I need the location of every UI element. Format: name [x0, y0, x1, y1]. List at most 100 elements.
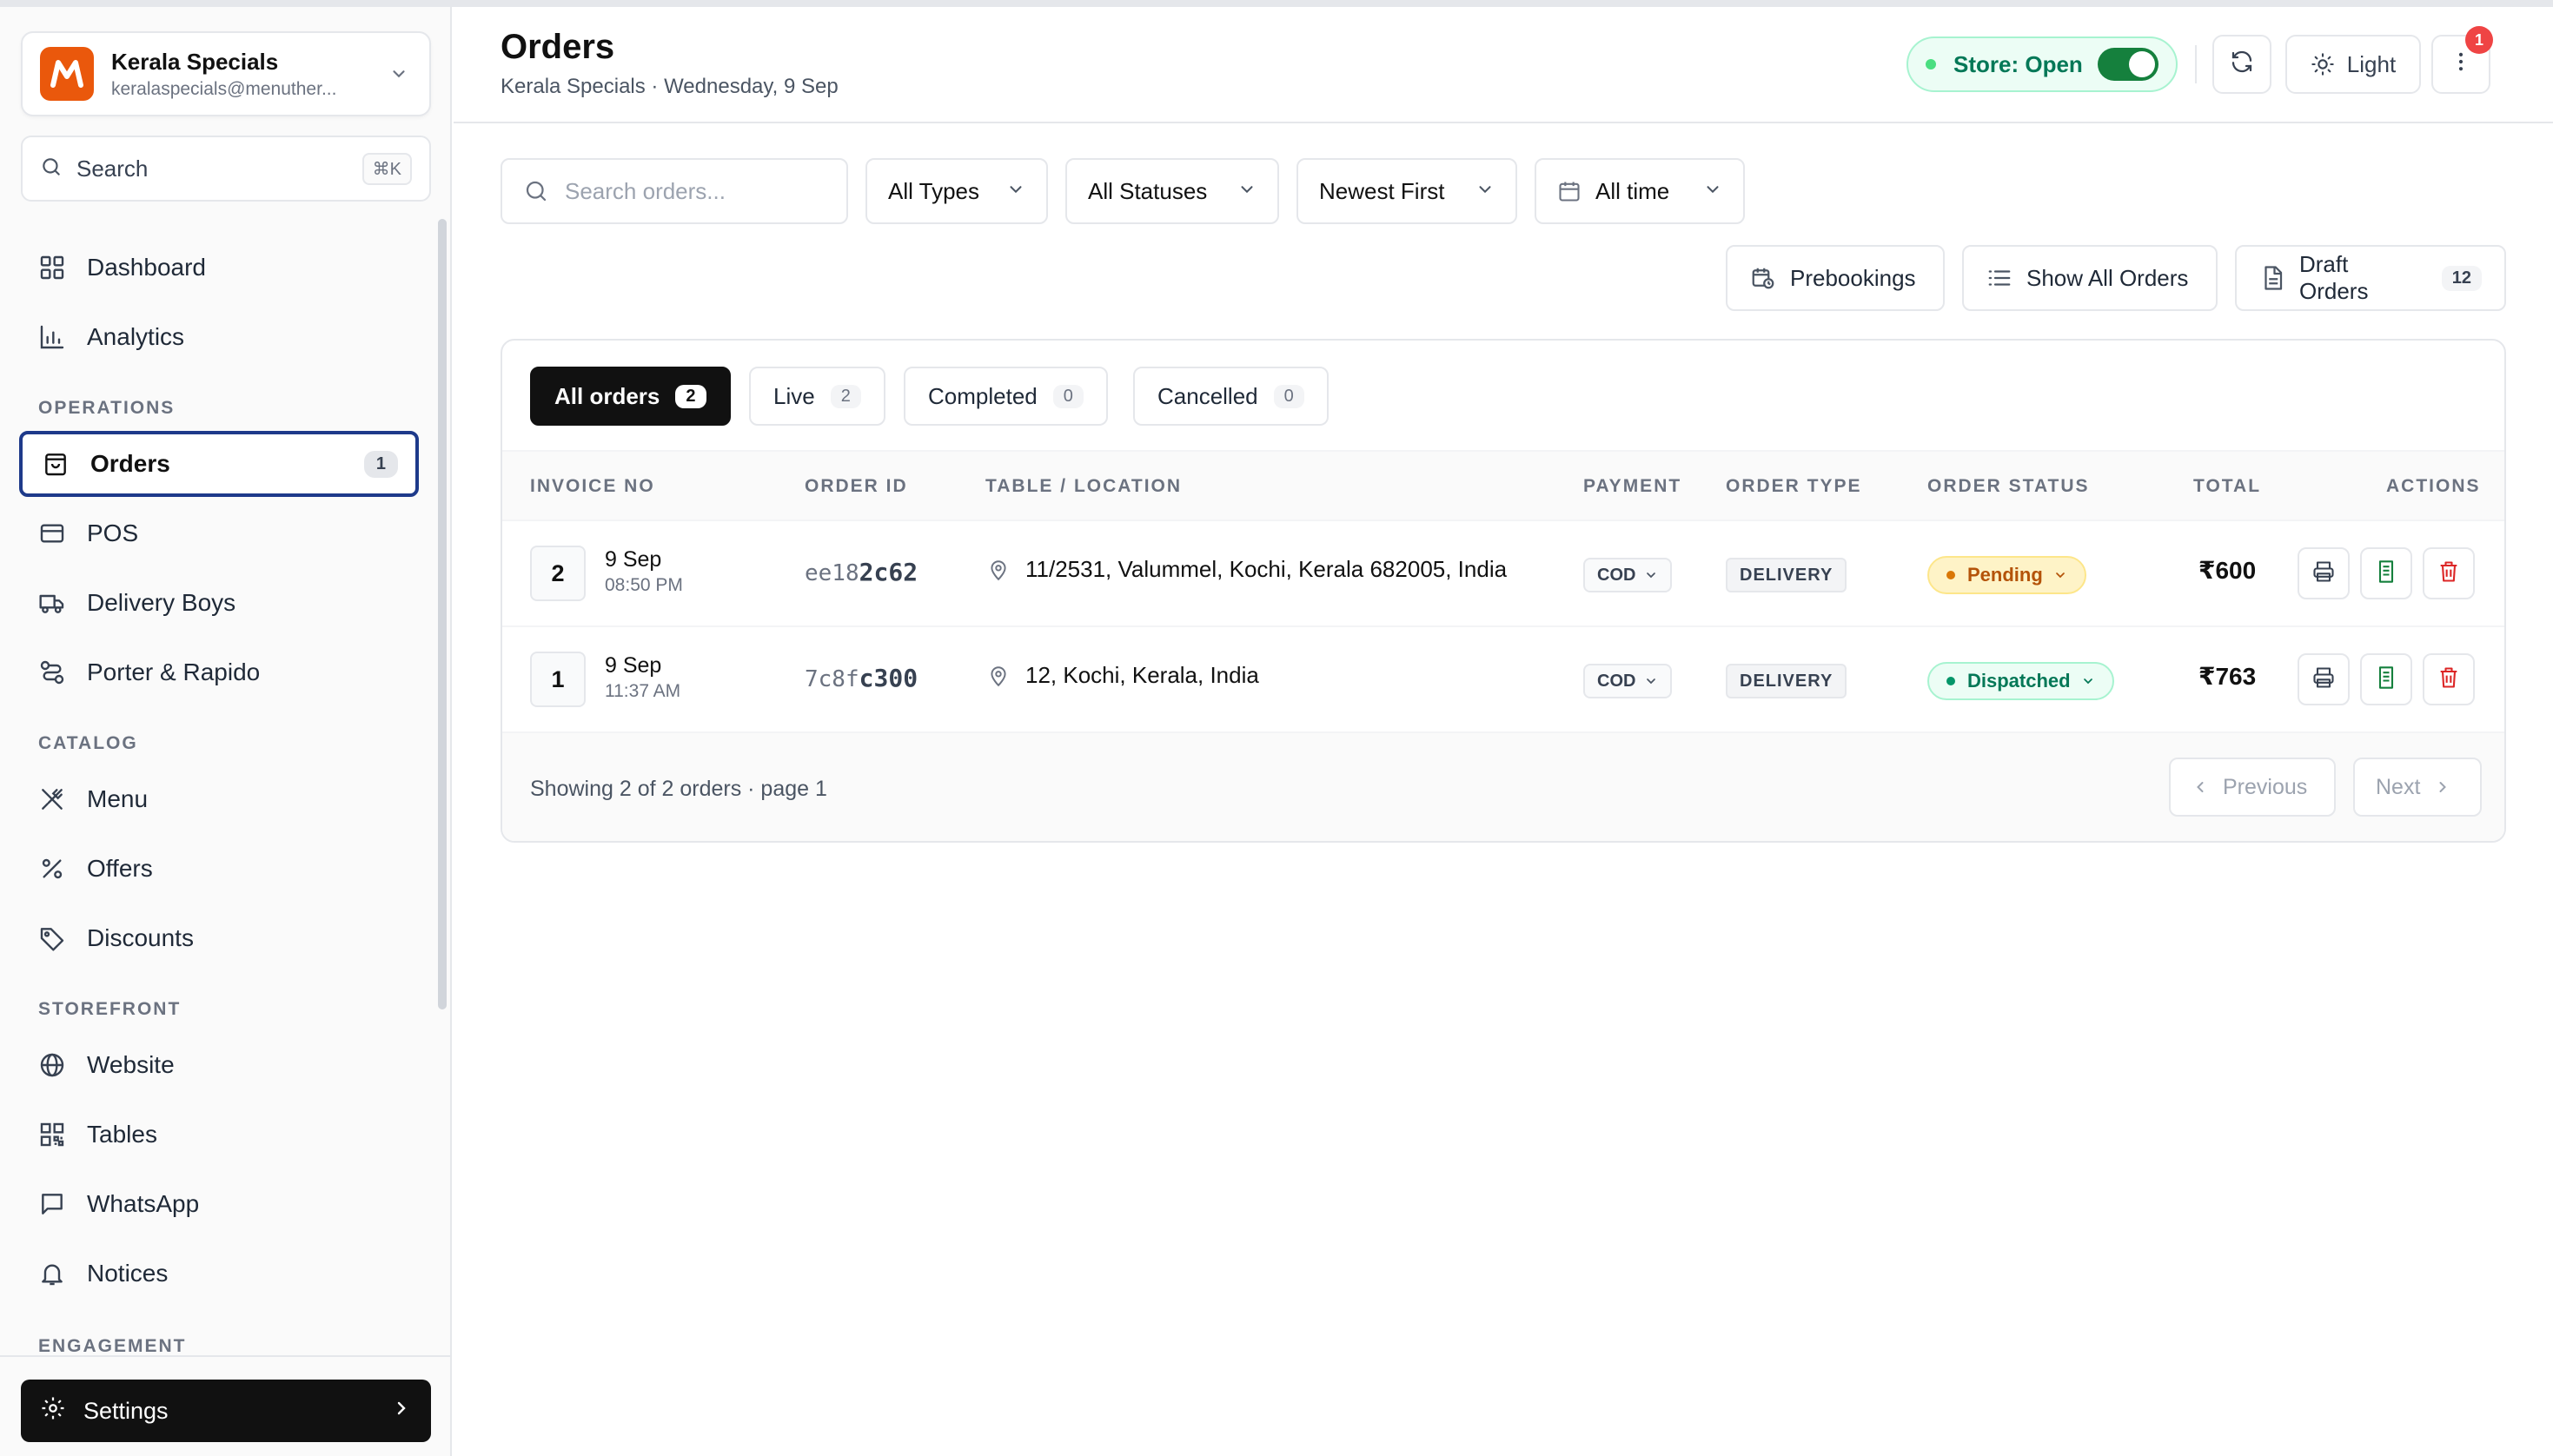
payment-value: COD — [1597, 565, 1636, 585]
delete-button[interactable] — [2423, 653, 2475, 705]
sidebar-item-label: Offers — [87, 855, 153, 882]
list-icon — [1986, 265, 2013, 291]
prebookings-label: Prebookings — [1790, 264, 1916, 291]
sidebar-item-label: Website — [87, 1051, 175, 1078]
tab-label: All orders — [554, 382, 660, 409]
file-text-icon — [2259, 265, 2285, 291]
order-search-input[interactable]: Search orders... — [501, 158, 848, 224]
settings-button[interactable]: Settings — [21, 1380, 431, 1442]
next-page-button[interactable]: Next — [2353, 758, 2482, 817]
gear-icon — [40, 1395, 66, 1427]
tab-cancelled[interactable]: Cancelled 0 — [1133, 367, 1329, 426]
pagination-bar: Showing 2 of 2 orders · page 1 Previous … — [502, 733, 2504, 841]
search-icon — [523, 178, 549, 204]
order-status-select[interactable]: Dispatched — [1927, 662, 2114, 700]
sidebar-item-pos[interactable]: POS — [19, 500, 419, 566]
receipt-icon — [2374, 665, 2398, 694]
chevron-right-icon — [391, 1398, 412, 1425]
tab-live[interactable]: Live 2 — [749, 367, 885, 426]
theme-label: Light — [2346, 50, 2397, 77]
sidebar-item-website[interactable]: Website — [19, 1032, 419, 1098]
sidebar-item-delivery-boys[interactable]: Delivery Boys — [19, 570, 419, 636]
store-email: keralaspecials@menuther... — [111, 78, 337, 99]
bell-icon — [36, 1258, 68, 1289]
chevron-down-icon — [2053, 568, 2067, 582]
prebookings-button[interactable]: Prebookings — [1726, 245, 1945, 311]
invoice-button[interactable] — [2360, 653, 2412, 705]
previous-page-button[interactable]: Previous — [2169, 758, 2336, 817]
store-name: Kerala Specials — [111, 48, 279, 75]
store-switcher[interactable]: Kerala Specials keralaspecials@menuther.… — [21, 31, 431, 116]
payment-select[interactable]: COD — [1583, 558, 1673, 592]
order-status-select[interactable]: Pending — [1927, 556, 2086, 594]
print-button[interactable] — [2298, 653, 2350, 705]
search-placeholder: Search orders... — [565, 177, 726, 204]
show-all-orders-button[interactable]: Show All Orders — [1962, 245, 2218, 311]
theme-toggle-button[interactable]: Light — [2285, 35, 2421, 94]
time-filter-value: All time — [1595, 177, 1670, 204]
tab-label: Live — [773, 382, 815, 409]
status-filter-value: All Statuses — [1088, 177, 1208, 204]
chevron-down-icon — [1006, 178, 1025, 205]
chevron-down-icon — [1237, 178, 1257, 205]
type-filter-value: All Types — [888, 177, 980, 204]
sidebar-item-label: WhatsApp — [87, 1190, 200, 1217]
order-date: 9 Sep — [605, 653, 662, 678]
sidebar-item-label: Dashboard — [87, 254, 206, 281]
draft-orders-button[interactable]: Draft Orders 12 — [2235, 245, 2506, 311]
print-button[interactable] — [2298, 547, 2350, 599]
column-payment: PAYMENT — [1583, 476, 1682, 496]
order-time: 08:50 PM — [605, 575, 683, 595]
message-square-icon — [36, 1188, 68, 1220]
credit-card-icon — [36, 518, 68, 549]
payment-select[interactable]: COD — [1583, 664, 1673, 698]
column-table-location: TABLE / LOCATION — [985, 476, 1183, 496]
sidebar-item-label: Analytics — [87, 323, 185, 350]
type-filter-select[interactable]: All Types — [865, 158, 1048, 224]
status-dot — [1946, 677, 1955, 685]
sidebar-item-tables[interactable]: Tables — [19, 1102, 419, 1168]
location-text: 11/2531, Valummel, Kochi, Kerala 682005,… — [1025, 556, 1508, 582]
sidebar-item-whatsapp[interactable]: WhatsApp — [19, 1171, 419, 1237]
time-filter-select[interactable]: All time — [1535, 158, 1745, 224]
sidebar-search[interactable]: Search ⌘K — [21, 136, 431, 202]
map-pin-icon — [987, 559, 1010, 581]
store-status-toggle[interactable]: Store: Open — [1906, 36, 2178, 92]
sidebar-item-discounts[interactable]: Discounts — [19, 905, 419, 971]
tag-icon — [36, 923, 68, 954]
sidebar-item-menu[interactable]: Menu — [19, 766, 419, 832]
sidebar-item-analytics[interactable]: Analytics — [19, 304, 419, 370]
order-location: 11/2531, Valummel, Kochi, Kerala 682005,… — [987, 556, 1507, 583]
sidebar-item-notices[interactable]: Notices — [19, 1241, 419, 1307]
column-invoice-no: INVOICE NO — [530, 476, 655, 496]
sidebar-item-offers[interactable]: Offers — [19, 836, 419, 902]
sidebar-item-label: Menu — [87, 785, 149, 812]
sidebar-scrollbar[interactable] — [438, 219, 447, 1009]
store-logo — [40, 47, 94, 101]
tab-all-orders[interactable]: All orders 2 — [530, 367, 731, 426]
sidebar-item-porter-rapido[interactable]: Porter & Rapido — [19, 639, 419, 705]
utensils-icon — [36, 784, 68, 815]
invoice-number: 1 — [530, 652, 586, 707]
sidebar-item-label: POS — [87, 520, 139, 546]
tab-count: 0 — [1273, 384, 1304, 408]
table-row[interactable]: 1 9 Sep 11:37 AM 7c8fc300 12, Kochi, Ker… — [502, 627, 2504, 733]
delete-button[interactable] — [2423, 547, 2475, 599]
sidebar-item-orders[interactable]: Orders 1 — [19, 431, 419, 497]
status-filter-select[interactable]: All Statuses — [1065, 158, 1279, 224]
tab-completed[interactable]: Completed 0 — [904, 367, 1108, 426]
table-row[interactable]: 2 9 Sep 08:50 PM ee182c62 11/2531, Valum… — [502, 521, 2504, 627]
bar-chart-icon — [36, 321, 68, 353]
order-total: ₹763 — [2198, 663, 2257, 690]
store-open-switch[interactable] — [2098, 48, 2158, 81]
chevron-down-icon — [1644, 568, 1658, 582]
page-subtitle: Kerala Specials · Wednesday, 9 Sep — [501, 75, 839, 98]
sort-select[interactable]: Newest First — [1296, 158, 1517, 224]
order-location: 12, Kochi, Kerala, India — [987, 662, 1259, 689]
invoice-button[interactable] — [2360, 547, 2412, 599]
refresh-button[interactable] — [2212, 35, 2271, 94]
invoice-number: 2 — [530, 546, 586, 601]
location-text: 12, Kochi, Kerala, India — [1025, 662, 1259, 688]
sidebar-item-dashboard[interactable]: Dashboard — [19, 235, 419, 301]
truck-icon — [36, 587, 68, 619]
